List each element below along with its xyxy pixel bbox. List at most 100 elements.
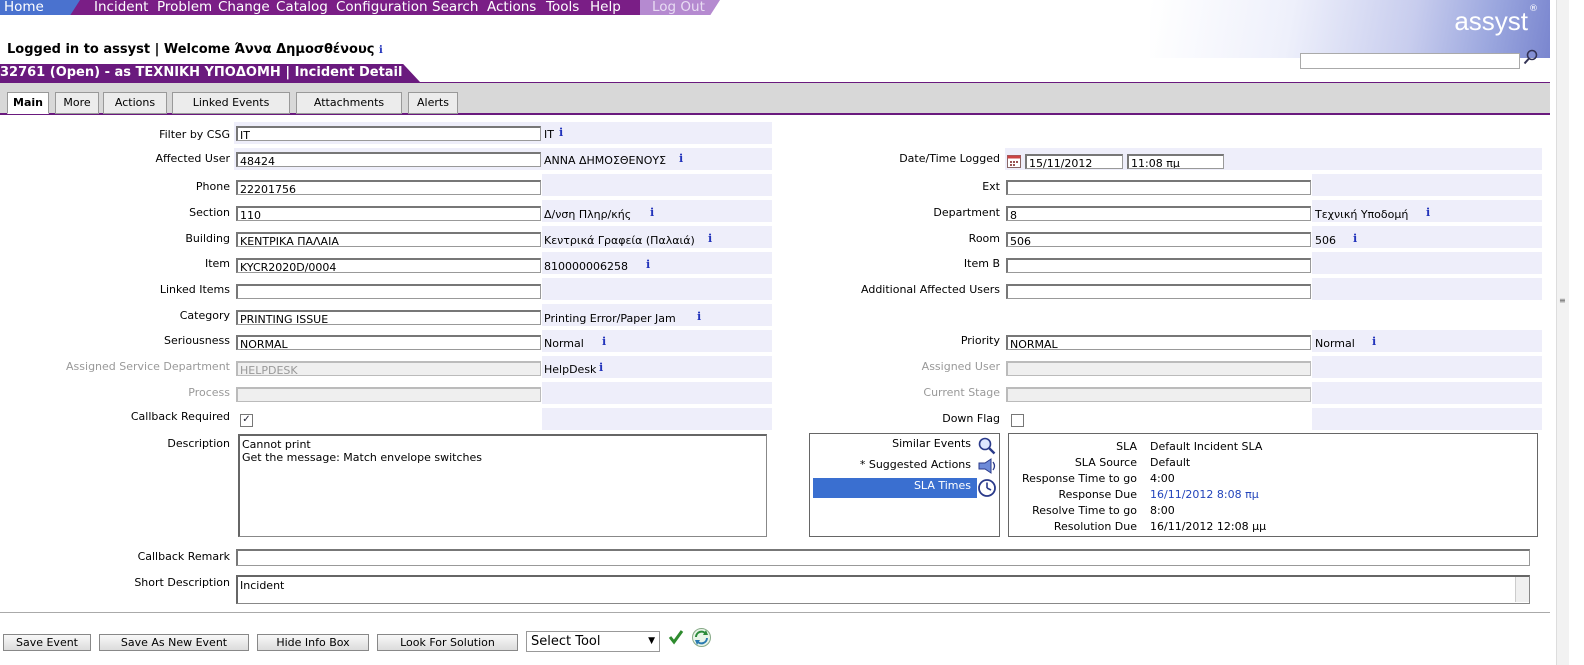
sla-source-label: SLA Source <box>1074 456 1137 469</box>
info-icon[interactable]: i <box>599 361 603 374</box>
calendar-icon[interactable] <box>1007 154 1022 168</box>
short-description-textarea[interactable]: Incident <box>236 575 1530 604</box>
additional-users-input[interactable] <box>1006 284 1311 299</box>
menu-help[interactable]: Help <box>590 0 621 15</box>
chevron-down-icon: ▼ <box>648 636 655 646</box>
item-b-input[interactable] <box>1006 258 1311 273</box>
menu-search[interactable]: Search <box>432 0 478 15</box>
sla-times-link[interactable]: SLA Times <box>914 479 971 492</box>
hide-info-box-button[interactable]: Hide Info Box <box>257 634 369 651</box>
current-stage-label: Current Stage <box>923 386 1000 399</box>
department-input[interactable]: 8 <box>1006 206 1311 221</box>
search-input[interactable] <box>1300 53 1520 69</box>
assigned-user-label: Assigned User <box>921 360 1000 373</box>
sla-panel: SLA Default Incident SLA SLA Source Defa… <box>1008 433 1538 537</box>
info-icon[interactable]: i <box>708 232 712 245</box>
menu-incident[interactable]: Incident <box>94 0 148 15</box>
suggested-actions-link[interactable]: * Suggested Actions <box>860 458 971 471</box>
building-label: Building <box>185 232 230 245</box>
description-label: Description <box>167 437 230 450</box>
resolve-time-label: Resolve Time to go <box>1032 504 1137 517</box>
sla-value: Default Incident SLA <box>1150 440 1263 453</box>
info-icon[interactable]: i <box>697 310 701 323</box>
priority-input[interactable]: NORMAL <box>1006 335 1311 350</box>
linked-items-input[interactable] <box>236 284 541 299</box>
room-input[interactable]: 506 <box>1006 232 1311 247</box>
section-input[interactable]: 110 <box>236 206 541 221</box>
info-icon[interactable]: i <box>650 206 654 219</box>
menu-tools[interactable]: Tools <box>546 0 579 15</box>
info-icon[interactable]: i <box>1372 335 1376 348</box>
affected-user-input[interactable]: 48424 <box>236 152 541 167</box>
tab-actions[interactable]: Actions <box>103 92 167 114</box>
megaphone-icon[interactable] <box>977 457 997 475</box>
response-due-value: 16/11/2012 8:08 πμ <box>1150 488 1259 501</box>
resolve-time-value: 8:00 <box>1150 504 1175 517</box>
tab-bar: Main More Actions Linked Events Attachme… <box>0 83 1550 115</box>
menu-problem[interactable]: Problem <box>157 0 212 15</box>
time-logged-input[interactable]: 11:08 πμ <box>1127 154 1224 169</box>
info-icon[interactable]: i <box>1353 232 1357 245</box>
down-flag-label: Down Flag <box>942 412 1000 425</box>
search-icon[interactable] <box>1523 49 1539 65</box>
assigned-dept-desc: HelpDesk <box>544 363 597 376</box>
process-input <box>236 387 541 402</box>
row-bg <box>1312 252 1542 274</box>
page-scrollbar[interactable]: ≡ <box>1556 0 1569 665</box>
info-links-panel: Similar Events * Suggested Actions SLA T… <box>809 433 1000 537</box>
menu-logout[interactable]: Log Out <box>652 0 705 15</box>
select-tool-dropdown[interactable]: Select Tool ▼ <box>526 631 660 652</box>
filter-csg-input[interactable]: IT <box>236 126 541 141</box>
short-description-label: Short Description <box>134 576 230 589</box>
row-bg <box>542 174 772 196</box>
clock-icon[interactable] <box>977 478 997 498</box>
down-flag-checkbox[interactable] <box>1011 414 1024 427</box>
menu-actions[interactable]: Actions <box>487 0 536 15</box>
menu-configuration[interactable]: Configuration <box>336 0 428 15</box>
tab-main[interactable]: Main <box>7 92 49 114</box>
building-input[interactable]: ΚΕΝΤΡΙΚΑ ΠΑΛΑΙΑ <box>236 232 541 247</box>
info-icon[interactable]: i <box>679 152 683 165</box>
row-bg <box>542 382 772 404</box>
tab-alerts[interactable]: Alerts <box>408 92 458 114</box>
date-logged-input[interactable]: 15/11/2012 <box>1025 154 1123 169</box>
menu-change[interactable]: Change <box>218 0 270 15</box>
priority-desc: Normal <box>1315 337 1355 350</box>
callback-remark-input[interactable] <box>236 549 1530 566</box>
filter-csg-desc: IT <box>544 128 554 141</box>
response-due-label: Response Due <box>1058 488 1137 501</box>
save-as-new-event-button[interactable]: Save As New Event <box>99 634 249 651</box>
description-textarea[interactable]: Cannot print Get the message: Match enve… <box>238 434 767 537</box>
menu-home[interactable]: Home <box>4 0 44 15</box>
look-for-solution-button[interactable]: Look For Solution <box>377 634 518 651</box>
info-icon[interactable]: i <box>602 335 606 348</box>
info-icon[interactable]: i <box>1426 206 1430 219</box>
refresh-icon[interactable] <box>691 627 712 648</box>
tab-attachments[interactable]: Attachments <box>296 92 402 114</box>
save-event-button[interactable]: Save Event <box>3 634 91 651</box>
info-icon[interactable]: i <box>379 45 383 56</box>
response-time-label: Response Time to go <box>1022 472 1137 485</box>
sla-label: SLA <box>1116 440 1137 453</box>
category-input[interactable]: PRINTING ISSUE <box>236 310 541 325</box>
tab-linked-events[interactable]: Linked Events <box>172 92 290 114</box>
assigned-dept-input: HELPDESK <box>236 361 541 376</box>
info-icon[interactable]: i <box>646 258 650 271</box>
seriousness-input[interactable]: NORMAL <box>236 335 541 350</box>
building-desc: Κεντρικά Γραφεία (Παλαιά) <box>544 234 695 247</box>
item-desc: 810000006258 <box>544 260 628 273</box>
seriousness-desc: Normal <box>544 337 584 350</box>
magnifier-icon[interactable] <box>978 437 996 455</box>
phone-input[interactable]: 22201756 <box>236 180 541 195</box>
info-icon[interactable]: i <box>559 126 563 139</box>
item-input[interactable]: KYCR2020D/0004 <box>236 258 541 273</box>
menu-catalog[interactable]: Catalog <box>276 0 328 15</box>
similar-events-link[interactable]: Similar Events <box>892 437 971 450</box>
textarea-scrollbar[interactable] <box>1515 577 1529 602</box>
room-desc: 506 <box>1315 234 1336 247</box>
tab-more[interactable]: More <box>55 92 99 114</box>
page-title: 32761 (Open) - as ΤΕΧΝΙΚΗ ΥΠΟΔΟΜΗ | Inci… <box>0 65 403 80</box>
apply-check-icon[interactable] <box>667 628 685 646</box>
ext-input[interactable] <box>1006 180 1311 195</box>
callback-required-checkbox[interactable]: ✓ <box>240 414 253 427</box>
